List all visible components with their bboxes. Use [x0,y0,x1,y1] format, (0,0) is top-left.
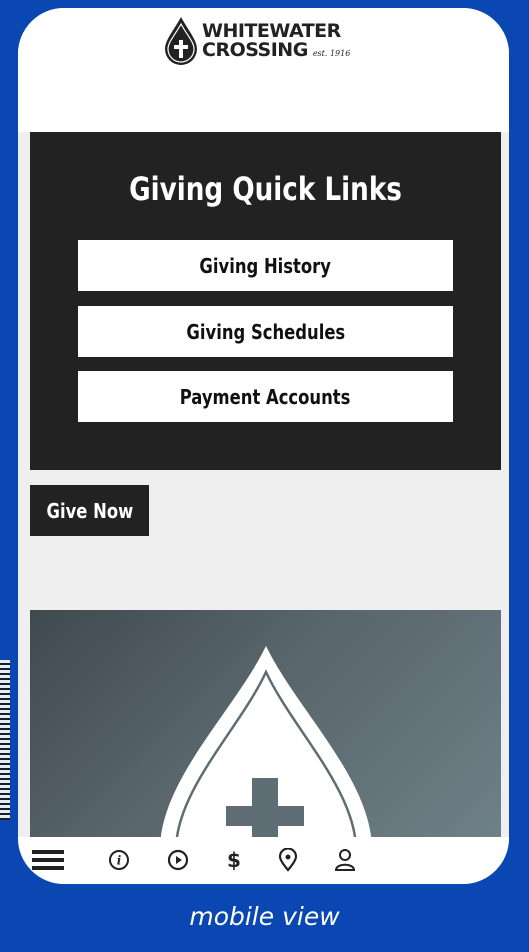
give-now-button[interactable]: Give Now [30,485,149,536]
payment-accounts-button[interactable]: Payment Accounts [78,371,453,422]
giving-schedules-label: Giving Schedules [186,319,345,344]
site-header: WHITEWATER CROSSING est. 1916 [18,8,509,132]
play-icon[interactable] [165,847,191,873]
page-content: Giving Quick Links Giving History Giving… [18,132,509,837]
bottom-nav-bar: i $ [18,837,509,884]
giving-history-button[interactable]: Giving History [78,240,453,291]
dollar-icon[interactable]: $ [221,847,247,873]
drop-cross-illustration [160,646,372,837]
phone-frame: WHITEWATER CROSSING est. 1916 Giving Qui… [18,8,509,884]
location-pin-icon[interactable] [275,847,301,873]
brand-established: est. 1916 [312,49,351,58]
mobile-view-caption: mobile view [189,902,340,931]
payment-accounts-label: Payment Accounts [180,384,351,409]
info-icon[interactable]: i [106,847,132,873]
giving-schedules-button[interactable]: Giving Schedules [78,306,453,357]
brand-name-line2: CROSSING [202,39,308,61]
water-drop-cross-icon [165,17,197,65]
give-now-label: Give Now [46,498,133,523]
giving-history-label: Giving History [199,253,332,278]
menu-icon[interactable] [32,847,64,873]
quick-links-title: Giving Quick Links [129,170,402,208]
svg-text:i: i [117,854,122,868]
brand-wordmark: WHITEWATER CROSSING est. 1916 [202,22,350,60]
brand-logo[interactable]: WHITEWATER CROSSING est. 1916 [164,16,350,66]
giving-quick-links-panel: Giving Quick Links Giving History Giving… [30,132,501,470]
scroll-edge-strip [0,660,10,820]
user-icon[interactable] [332,847,358,873]
hero-image [30,610,501,837]
